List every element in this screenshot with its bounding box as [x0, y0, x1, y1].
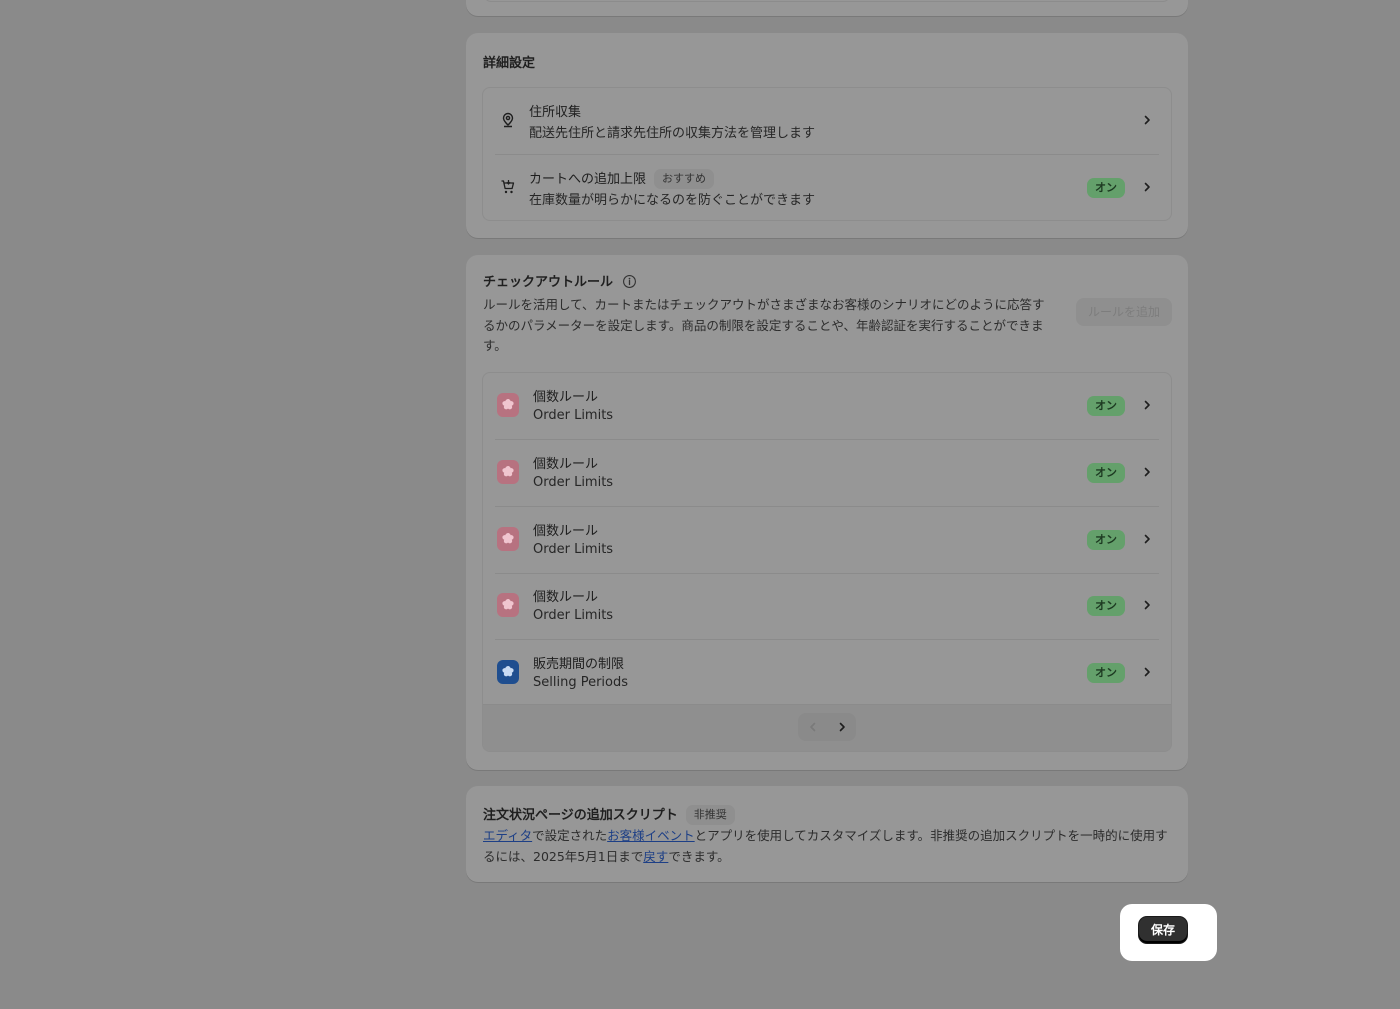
selling-periods-app-icon	[497, 660, 519, 684]
save-button[interactable]: 保存	[1139, 917, 1187, 943]
status-badge: オン	[1087, 596, 1125, 616]
description-text-3: できます。	[668, 848, 730, 864]
rule-subtitle: Order Limits	[533, 608, 614, 623]
rule-row[interactable]: 個数ルール Order Limits オン	[495, 373, 1159, 440]
address-collection-title: 住所収集	[529, 105, 582, 120]
app-icon	[497, 660, 519, 684]
status-badge: オン	[1087, 178, 1125, 198]
add-rule-button[interactable]: ルールを追加	[1075, 298, 1172, 326]
checkout-rules-title-text: チェックアウトルール	[483, 275, 614, 290]
order-limits-app-icon	[497, 460, 519, 484]
rule-title: 個数ルール	[533, 590, 599, 605]
description-text-1: で設定された	[532, 828, 608, 843]
cart-limit-title-text: カートへの追加上限	[529, 172, 647, 187]
address-collection-subtitle: 配送先住所と請求先住所の収集方法を管理します	[529, 126, 816, 141]
details-title: 詳細設定	[483, 56, 536, 71]
chevron-right-icon	[1139, 597, 1155, 613]
additional-scripts-description: エディタで設定されたお客様イベントとアプリを使用してカスタマイズします。非推奨の…	[483, 826, 1173, 867]
info-icon[interactable]	[622, 274, 637, 293]
rule-title: 個数ルール	[533, 524, 599, 539]
checkout-rules-title: チェックアウトルール	[483, 271, 637, 293]
chevron-left-icon	[809, 722, 815, 732]
deprecated-tag: 非推奨	[685, 805, 735, 825]
rule-subtitle: Order Limits	[533, 408, 614, 423]
chevron-right-icon	[1139, 531, 1155, 547]
rule-title: 個数ルール	[533, 457, 599, 472]
cart-icon	[497, 176, 519, 198]
chevron-right-icon	[1139, 397, 1155, 413]
rule-row[interactable]: 個数ルール Order Limits オン	[495, 573, 1159, 640]
checkout-rules-card: チェックアウトルール ルールを活用して、カートまたはチェックアウトがさまざまなお…	[466, 255, 1188, 770]
app-icon	[497, 393, 519, 417]
pagination	[483, 704, 1171, 751]
additional-scripts-title: 注文状況ページの追加スクリプト 非推奨	[483, 804, 735, 825]
order-limits-app-icon	[497, 593, 519, 617]
modal-overlay: 詳細設定 住所収集 配送先住所と請求先住所の収集方法を管理します カートへの追加…	[0, 0, 1400, 1009]
rule-row[interactable]: 個数ルール Order Limits オン	[495, 507, 1159, 574]
cart-limit-subtitle: 在庫数量が明らかになるのを防ぐことができます	[529, 193, 816, 208]
app-icon	[497, 593, 519, 617]
cart-limit-row[interactable]: カートへの追加上限 おすすめ 在庫数量が明らかになるのを防ぐことができます オン	[495, 155, 1159, 220]
status-badge: オン	[1087, 530, 1125, 550]
app-icon	[497, 527, 519, 551]
chevron-right-icon	[1139, 464, 1155, 480]
rule-subtitle: Order Limits	[533, 475, 614, 490]
previous-card	[466, 0, 1188, 16]
save-bar: 保存	[1120, 904, 1217, 961]
revert-link[interactable]: 戻す	[643, 849, 668, 864]
status-badge: オン	[1087, 463, 1125, 483]
rule-row[interactable]: 個数ルール Order Limits オン	[495, 440, 1159, 507]
rule-subtitle: Order Limits	[533, 542, 614, 557]
rule-title: 販売期間の制限	[533, 657, 625, 672]
chevron-right-icon	[1139, 112, 1155, 128]
details-card: 詳細設定 住所収集 配送先住所と請求先住所の収集方法を管理します カートへの追加…	[466, 33, 1188, 238]
customer-events-link[interactable]: お客様イベント	[607, 828, 695, 843]
checkout-rules-description: ルールを活用して、カートまたはチェックアウトがさまざまなお客様のシナリオにどのよ…	[483, 297, 1045, 353]
previous-page-button[interactable]	[798, 713, 827, 741]
location-pin-icon	[497, 109, 519, 131]
pagination-buttons	[798, 713, 856, 741]
order-limits-app-icon	[497, 393, 519, 417]
chevron-right-icon	[1139, 664, 1155, 680]
address-collection-row[interactable]: 住所収集 配送先住所と請求先住所の収集方法を管理します	[495, 88, 1159, 155]
app-icon	[497, 460, 519, 484]
previous-card-inner	[484, 0, 1170, 2]
chevron-right-icon	[839, 722, 845, 732]
next-page-button[interactable]	[827, 713, 856, 741]
cart-limit-title: カートへの追加上限 おすすめ	[529, 168, 715, 189]
recommended-tag: おすすめ	[654, 169, 715, 189]
order-limits-app-icon	[497, 527, 519, 551]
additional-scripts-title-text: 注文状況ページの追加スクリプト	[483, 808, 678, 823]
chevron-right-icon	[1139, 179, 1155, 195]
status-badge: オン	[1087, 663, 1125, 683]
status-badge: オン	[1087, 396, 1125, 416]
editor-link[interactable]: エディタ	[483, 828, 532, 843]
rule-row[interactable]: 販売期間の制限 Selling Periods オン	[495, 640, 1159, 706]
rules-list: 個数ルール Order Limits オン 個数ルール Order Limits…	[482, 372, 1172, 752]
rule-title: 個数ルール	[533, 390, 599, 405]
details-list: 住所収集 配送先住所と請求先住所の収集方法を管理します カートへの追加上限 おすす…	[482, 87, 1172, 221]
additional-scripts-card: 注文状況ページの追加スクリプト 非推奨 エディタで設定されたお客様イベントとアプリ…	[466, 786, 1188, 882]
rule-subtitle: Selling Periods	[533, 675, 629, 690]
